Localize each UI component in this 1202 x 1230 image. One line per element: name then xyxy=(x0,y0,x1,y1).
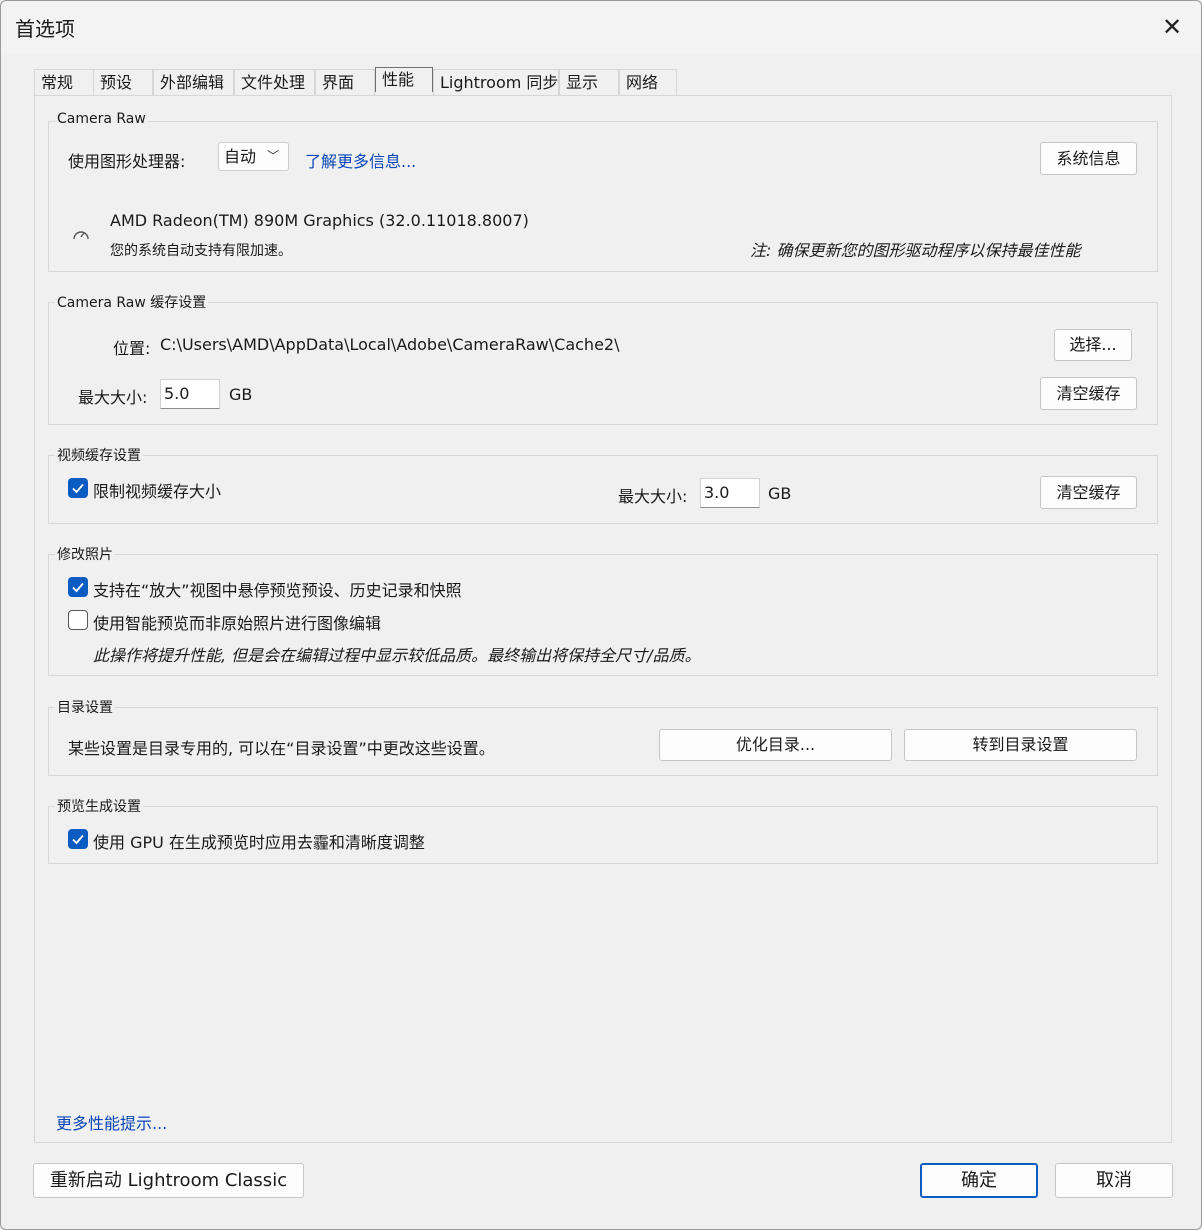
tab-display[interactable]: 显示 xyxy=(559,69,619,95)
gpu-select[interactable]: 自动 ﹀ xyxy=(218,142,289,171)
clear-cache-button[interactable]: 清空缓存 xyxy=(1040,377,1137,410)
limit-video-cache-checkbox[interactable] xyxy=(68,478,88,498)
driver-note: 注: 确保更新您的图形驱动程序以保持最佳性能 xyxy=(750,241,1081,260)
checkmark-icon xyxy=(72,582,84,593)
gpu-preview-checkbox[interactable] xyxy=(68,829,88,849)
title-bar: 首选项 ✕ xyxy=(1,1,1201,53)
gpu-select-value: 自动 xyxy=(224,147,257,166)
speedometer-icon xyxy=(72,226,90,240)
window-title: 首选项 xyxy=(15,17,75,41)
preview-legend: 预览生成设置 xyxy=(55,796,143,816)
hover-preview-label: 支持在“放大”视图中悬停预览预设、历史记录和快照 xyxy=(93,581,462,600)
tab-general[interactable]: 常规 xyxy=(34,69,94,95)
tab-lightroom-sync[interactable]: Lightroom 同步 xyxy=(433,69,559,95)
chevron-down-icon: ﹀ xyxy=(267,149,280,163)
tab-network[interactable]: 网络 xyxy=(619,69,677,95)
video-cache-unit: GB xyxy=(768,484,792,503)
cancel-button[interactable]: 取消 xyxy=(1055,1163,1173,1198)
gpu-preview-label: 使用 GPU 在生成预览时应用去霾和清晰度调整 xyxy=(93,833,425,852)
more-tips-link[interactable]: 更多性能提示... xyxy=(56,1110,167,1134)
system-info-button[interactable]: 系统信息 xyxy=(1040,142,1137,175)
tab-performance[interactable]: 性能 xyxy=(375,67,433,92)
smart-preview-label: 使用智能预览而非原始照片进行图像编辑 xyxy=(93,614,382,633)
tab-external-editing[interactable]: 外部编辑 xyxy=(153,69,234,95)
gpu-name: AMD Radeon(TM) 890M Graphics (32.0.11018… xyxy=(110,211,529,230)
video-max-size-label: 最大大小: xyxy=(618,487,688,506)
camera-raw-legend: Camera Raw xyxy=(55,111,148,127)
video-cache-legend: 视频缓存设置 xyxy=(55,445,143,465)
cache-max-size-label: 最大大小: xyxy=(78,388,148,407)
video-max-size-input[interactable]: 3.0 xyxy=(700,478,760,508)
catalog-text: 某些设置是目录专用的, 可以在“目录设置”中更改这些设置。 xyxy=(68,739,495,758)
gpu-label: 使用图形处理器: xyxy=(68,152,186,171)
checkmark-icon xyxy=(72,834,84,845)
develop-legend: 修改照片 xyxy=(55,544,115,564)
goto-catalog-settings-button[interactable]: 转到目录设置 xyxy=(904,729,1137,761)
cache-unit: GB xyxy=(229,385,253,404)
optimize-catalog-button[interactable]: 优化目录... xyxy=(659,729,892,761)
tab-interface[interactable]: 界面 xyxy=(315,69,375,95)
choose-cache-button[interactable]: 选择... xyxy=(1054,329,1132,361)
checkmark-icon xyxy=(72,483,84,494)
smart-preview-checkbox[interactable] xyxy=(68,610,88,630)
tab-presets[interactable]: 预设 xyxy=(93,69,153,95)
tab-file-handling[interactable]: 文件处理 xyxy=(234,69,315,95)
ok-button[interactable]: 确定 xyxy=(920,1163,1038,1198)
gpu-status: 您的系统自动支持有限加速。 xyxy=(110,243,292,259)
smart-preview-note: 此操作将提升性能, 但是会在编辑过程中显示较低品质。最终输出将保持全尺寸/品质。 xyxy=(93,646,701,665)
learn-more-link[interactable]: 了解更多信息... xyxy=(305,148,416,172)
limit-video-cache-label: 限制视频缓存大小 xyxy=(93,482,222,501)
restart-lightroom-button[interactable]: 重新启动 Lightroom Classic xyxy=(33,1163,304,1198)
cache-max-size-input[interactable]: 5.0 xyxy=(160,379,220,409)
close-icon[interactable]: ✕ xyxy=(1151,7,1193,47)
catalog-legend: 目录设置 xyxy=(55,697,115,717)
cache-location-path: C:\Users\AMD\AppData\Local\Adobe\CameraR… xyxy=(160,335,620,354)
clear-video-cache-button[interactable]: 清空缓存 xyxy=(1040,476,1137,509)
cache-legend: Camera Raw 缓存设置 xyxy=(55,292,209,312)
hover-preview-checkbox[interactable] xyxy=(68,577,88,597)
cache-location-label: 位置: xyxy=(113,339,151,358)
